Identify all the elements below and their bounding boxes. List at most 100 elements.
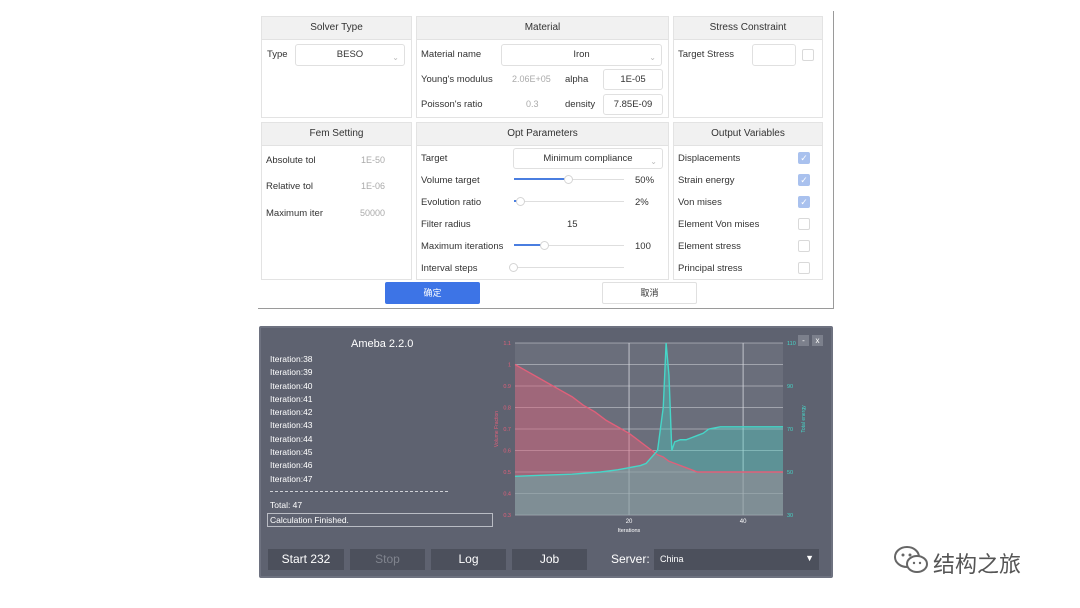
ok-button[interactable]: 确定 <box>385 282 480 304</box>
fem-setting-title: Fem Setting <box>262 123 411 146</box>
material-panel: Material Material name Iron ⌄ Young's mo… <box>416 16 669 118</box>
stress-constraint-title: Stress Constraint <box>674 17 822 40</box>
output-checkbox[interactable] <box>798 218 810 230</box>
maximum-iter-label: Maximum iter <box>266 208 324 219</box>
y-left-tick-label: 0.3 <box>503 513 511 519</box>
volume-target-label: Volume target <box>421 175 480 186</box>
stop-button[interactable]: Stop <box>350 549 425 570</box>
interval-steps-label: Interval steps <box>421 263 478 274</box>
relative-tol-value[interactable]: 1E-06 <box>361 181 385 191</box>
log-line: Iteration:40 <box>270 380 313 391</box>
target-value: Minimum compliance <box>543 153 633 164</box>
solver-type-value: BESO <box>336 49 364 60</box>
chevron-down-icon: ⌄ <box>649 53 656 62</box>
y-right-tick-label: 70 <box>787 427 793 433</box>
filter-radius-value[interactable]: 15 <box>567 219 578 230</box>
output-item-label: Displacements <box>678 153 741 164</box>
iteration-log: Iteration:38 Iteration:39 Iteration:40 I… <box>270 353 495 486</box>
y-right-tick-label: 30 <box>787 513 793 519</box>
maximum-iterations-label: Maximum iterations <box>421 241 504 252</box>
target-select[interactable]: Minimum compliance ⌄ <box>513 148 663 169</box>
y-right-tick-label: 50 <box>787 470 793 476</box>
target-stress-label: Target Stress <box>678 49 734 60</box>
maximum-iter-value[interactable]: 50000 <box>360 208 385 218</box>
dropdown-arrow-icon: ▼ <box>805 553 814 563</box>
poissons-ratio-label: Poisson's ratio <box>421 99 483 110</box>
poissons-ratio-value[interactable]: 0.3 <box>526 99 539 109</box>
output-checkbox[interactable] <box>798 262 810 274</box>
solver-type-select[interactable]: BESO ⌄ <box>295 44 405 66</box>
target-label: Target <box>421 153 448 164</box>
y-left-tick-label: 0.5 <box>503 470 511 476</box>
window-title: Ameba 2.2.0 <box>351 338 414 350</box>
output-checkbox[interactable]: ✓ <box>798 196 810 208</box>
output-checkbox[interactable]: ✓ <box>798 174 810 186</box>
slider-fill <box>514 178 569 180</box>
slider-handle[interactable] <box>539 241 549 250</box>
log-line: Iteration:41 <box>270 393 313 404</box>
status-message: Calculation Finished. <box>267 513 493 527</box>
y-left-tick-label: 0.9 <box>503 384 511 390</box>
start-button[interactable]: Start 232 <box>268 549 344 570</box>
server-value: China <box>660 554 684 564</box>
ameba-window: Ameba 2.2.0 - x Iteration:38 Iteration:3… <box>259 326 833 578</box>
interval-steps-slider[interactable] <box>509 263 624 273</box>
relative-tol-label: Relative tol <box>266 181 313 192</box>
opt-parameters-panel: Opt Parameters Target Minimum compliance… <box>416 122 669 280</box>
log-line: Iteration:42 <box>270 407 313 418</box>
y-left-tick-label: 1.1 <box>503 341 511 347</box>
alpha-label: alpha <box>565 74 589 85</box>
output-item-label: Principal stress <box>678 263 743 274</box>
slider-track <box>514 267 624 268</box>
fem-setting-panel: Fem Setting Absolute tol 1E-50 Relative … <box>261 122 412 280</box>
settings-dialog: Solver Type Type BESO ⌄ Material Materia… <box>258 11 834 309</box>
server-label: Server: <box>611 552 650 566</box>
absolute-tol-value[interactable]: 1E-50 <box>361 155 385 165</box>
slider-handle[interactable] <box>509 263 518 272</box>
volume-target-value: 50% <box>635 175 655 186</box>
evolution-ratio-slider[interactable] <box>514 197 624 207</box>
solver-type-title: Solver Type <box>262 17 411 40</box>
output-item-label: Element stress <box>678 241 741 252</box>
slider-handle[interactable] <box>515 197 525 206</box>
density-label: density <box>565 99 596 110</box>
log-button[interactable]: Log <box>431 549 506 570</box>
maximum-iterations-slider[interactable] <box>514 241 624 251</box>
y-left-tick-label: 0.4 <box>503 492 511 498</box>
output-checkbox[interactable]: ✓ <box>798 152 810 164</box>
log-line: Iteration:39 <box>270 367 313 378</box>
slider-handle[interactable] <box>564 175 573 184</box>
youngs-modulus-value[interactable]: 2.06E+05 <box>512 74 551 84</box>
solver-type-label: Type <box>267 49 288 60</box>
chevron-down-icon: ⌄ <box>392 53 399 62</box>
y-left-tick-label: 0.6 <box>503 449 511 455</box>
cancel-button[interactable]: 取消 <box>602 282 697 304</box>
output-item-label: Element Von mises <box>678 219 760 230</box>
total-count: Total: 47 <box>270 500 303 510</box>
target-stress-field[interactable] <box>752 44 796 66</box>
material-title: Material <box>417 17 668 40</box>
slider-track <box>514 201 624 202</box>
youngs-modulus-label: Young's modulus <box>421 74 493 85</box>
log-line: Iteration:38 <box>270 354 313 364</box>
y-left-tick-label: 0.7 <box>503 427 511 433</box>
stress-constraint-panel: Stress Constraint Target Stress <box>673 16 823 118</box>
log-line: Iteration:44 <box>270 433 313 444</box>
output-item-label: Strain energy <box>678 175 735 186</box>
material-name-value: Iron <box>573 49 590 60</box>
job-button[interactable]: Job <box>512 549 587 570</box>
evolution-ratio-value: 2% <box>635 197 649 208</box>
watermark-text: 结构之旅 <box>933 553 1022 578</box>
output-checkbox[interactable] <box>798 240 810 252</box>
x-tick-label: 40 <box>740 519 747 525</box>
density-field[interactable]: 7.85E-09 <box>603 94 663 115</box>
volume-target-slider[interactable] <box>514 175 624 185</box>
log-separator <box>270 491 448 492</box>
log-line: Iteration:47 <box>270 473 313 484</box>
material-name-label: Material name <box>421 49 482 60</box>
server-select[interactable]: China ▼ <box>654 549 819 570</box>
material-name-select[interactable]: Iron ⌄ <box>501 44 662 66</box>
stress-constraint-checkbox[interactable] <box>802 49 814 61</box>
alpha-field[interactable]: 1E-05 <box>603 69 663 90</box>
evolution-ratio-label: Evolution ratio <box>421 197 482 208</box>
